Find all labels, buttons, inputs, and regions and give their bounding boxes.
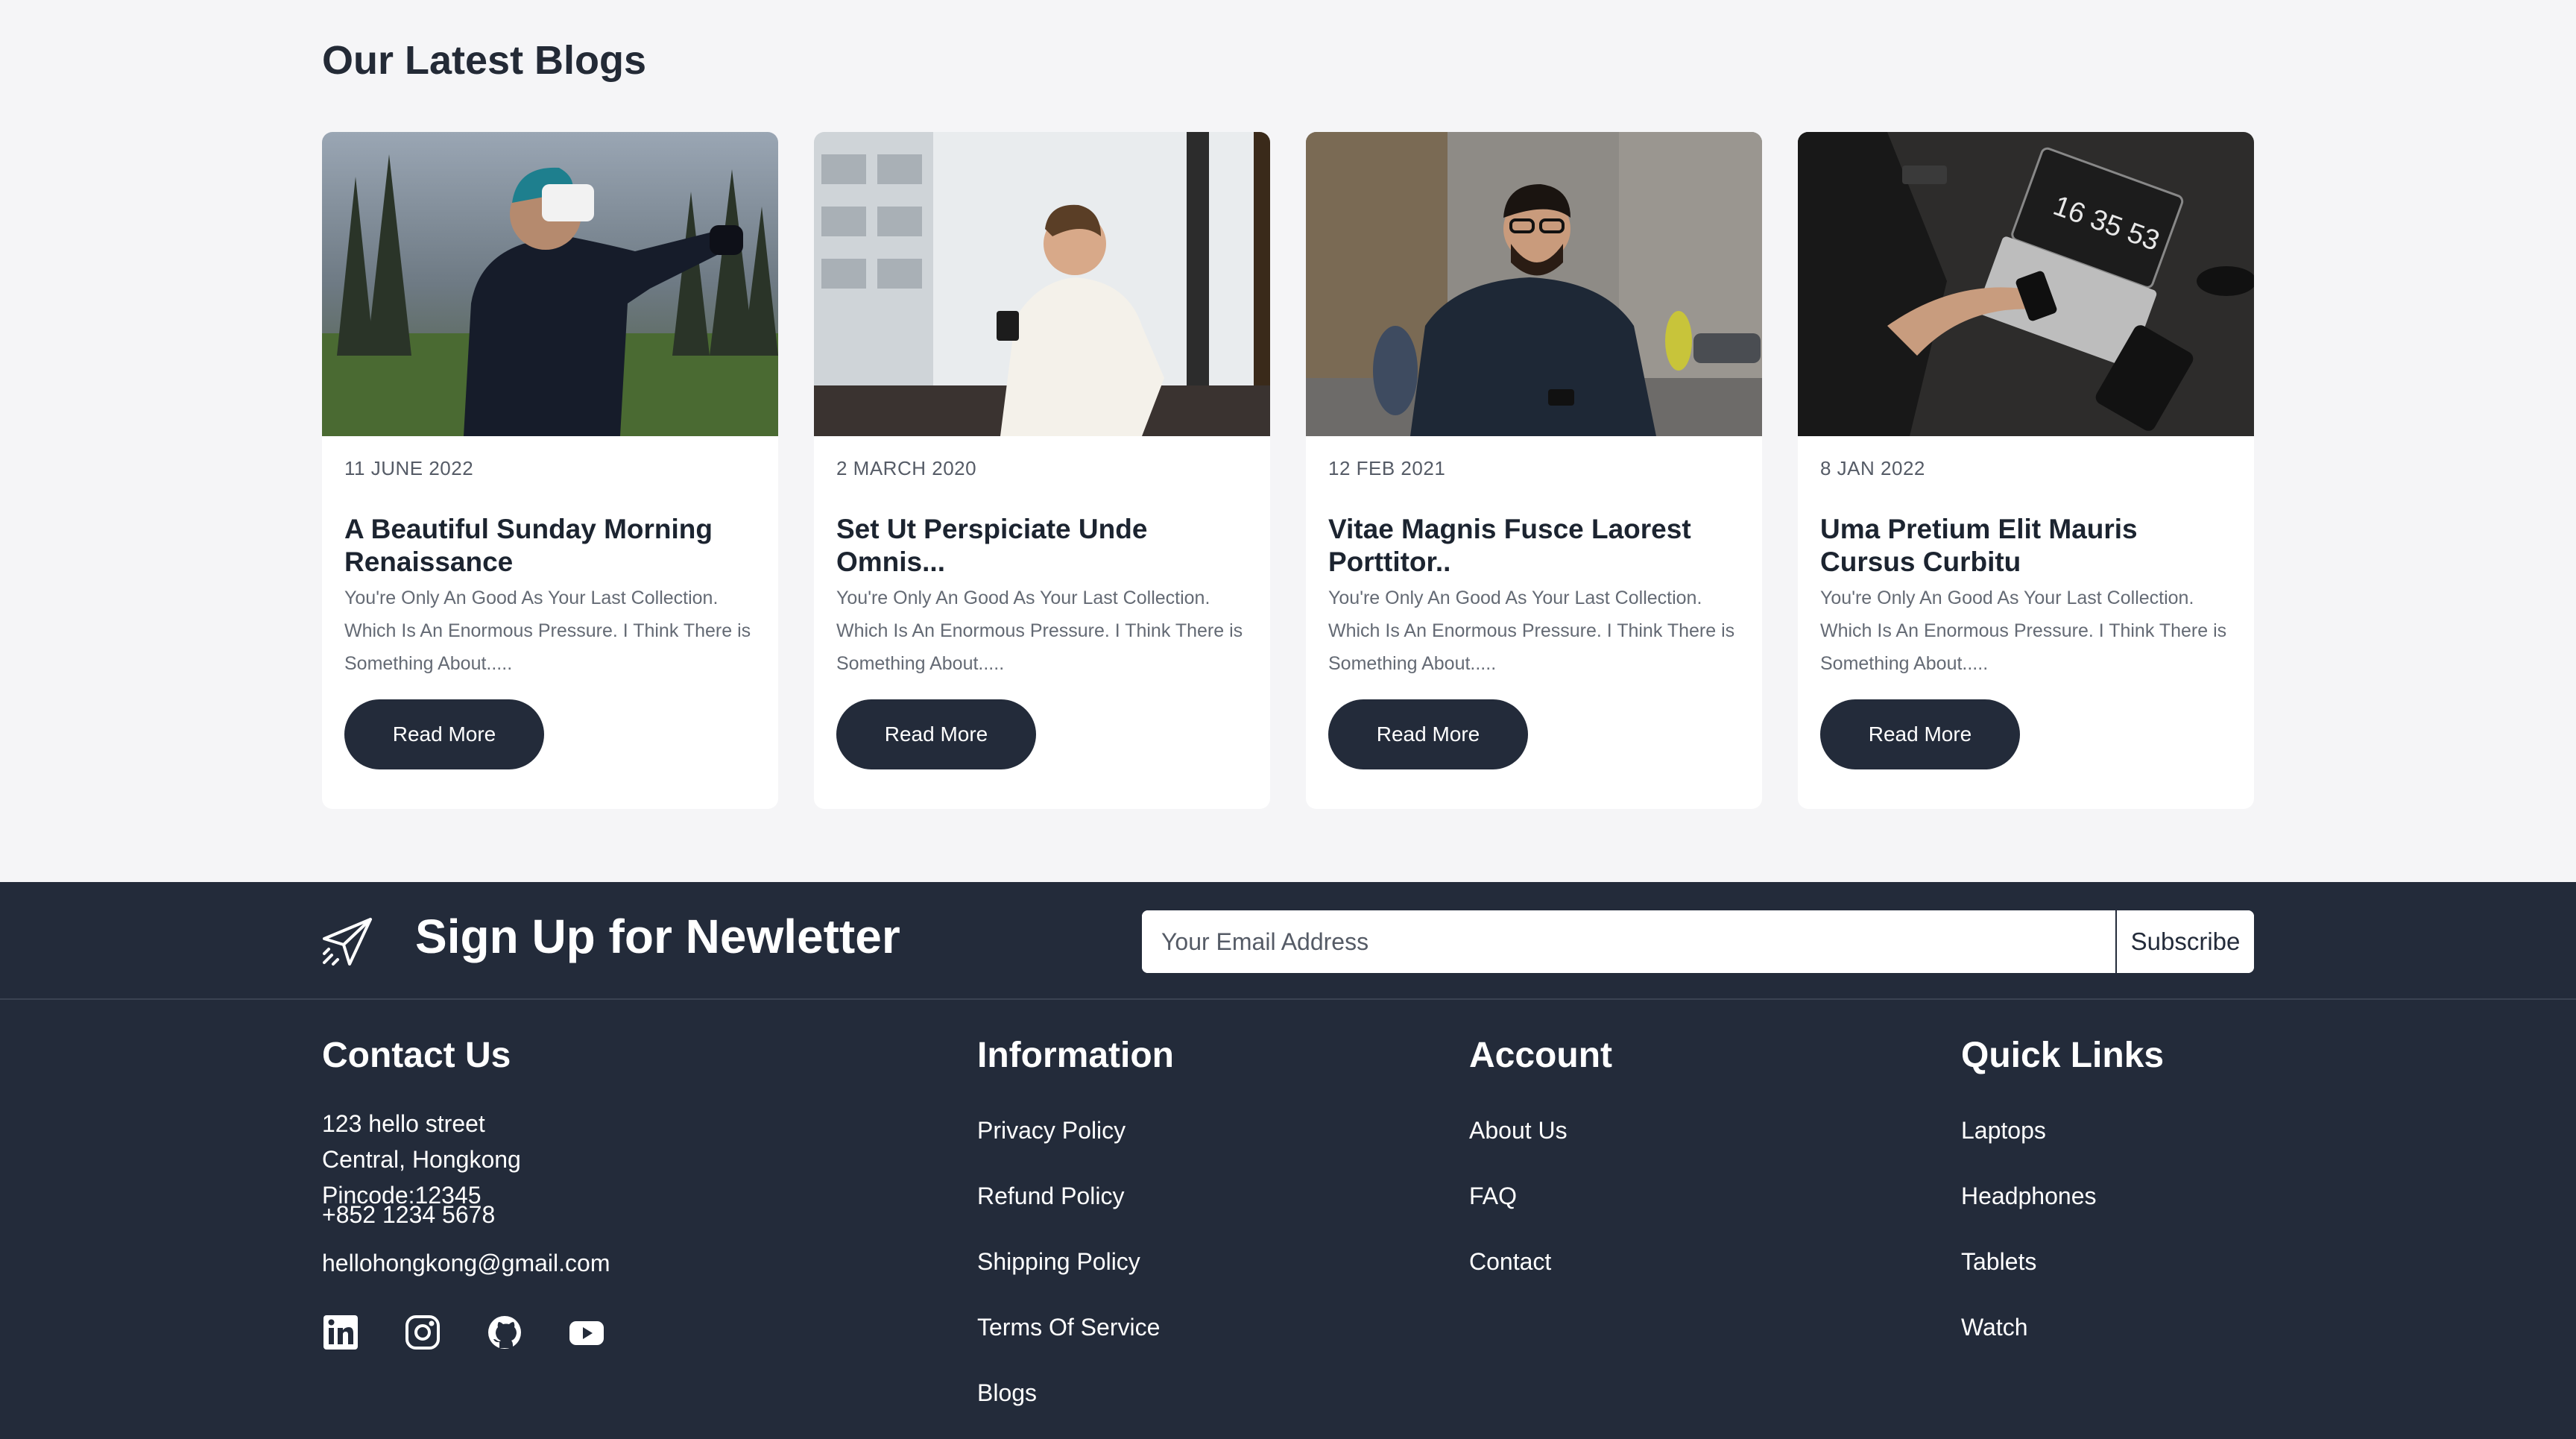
card-date: 2 MARCH 2020: [836, 457, 977, 479]
contact-phone[interactable]: +852 1234 5678: [322, 1201, 495, 1229]
card-excerpt: You're Only An Good As Your Last Collect…: [1328, 588, 1735, 674]
contact-address: 123 hello street Central, Hongkong Pinco…: [322, 1106, 844, 1213]
social-links: [322, 1314, 605, 1351]
newsletter-form: Subscribe: [1142, 910, 2254, 973]
quick-links: Laptops Headphones Tablets Watch: [1961, 1117, 2096, 1379]
footer-contact: Contact Us 123 hello street Central, Hon…: [322, 1035, 610, 1350]
blog-cards: 11 JUNE 2022 A Beautiful Sunday Morning …: [322, 132, 2254, 809]
quick-links-title: Quick Links: [1961, 1036, 2165, 1075]
card-date: 11 JUNE 2022: [344, 457, 474, 479]
blog-card: 11 JUNE 2022 A Beautiful Sunday Morning …: [322, 132, 778, 809]
github-icon[interactable]: [486, 1314, 523, 1351]
linkedin-icon[interactable]: [322, 1314, 359, 1351]
address-line: Central, Hongkong: [322, 1146, 521, 1173]
footer-quick-links: Quick Links Laptops Headphones Tablets W…: [1961, 1035, 2165, 1341]
footer-link-blogs[interactable]: Blogs: [977, 1379, 1160, 1439]
footer-link-shipping-policy[interactable]: Shipping Policy: [977, 1248, 1160, 1314]
footer: Sign Up for Newletter Subscribe Contact …: [0, 882, 2576, 1439]
contact-title: Contact Us: [322, 1036, 511, 1075]
read-more-button[interactable]: Read More: [344, 699, 544, 769]
subscribe-button[interactable]: Subscribe: [2115, 910, 2254, 973]
card-title[interactable]: Vitae Magnis Fusce Laorest Porttitor..: [1328, 513, 1746, 579]
newsletter-title: Sign Up for Newletter: [415, 910, 900, 963]
footer-link-terms-of-service[interactable]: Terms Of Service: [977, 1314, 1160, 1379]
account-links: About Us FAQ Contact: [1469, 1117, 1568, 1314]
blog-image-man-with-phone-street[interactable]: [1306, 132, 1762, 436]
footer-link-faq[interactable]: FAQ: [1469, 1183, 1568, 1248]
footer-link-privacy-policy[interactable]: Privacy Policy: [977, 1117, 1160, 1183]
card-title[interactable]: A Beautiful Sunday Morning Renaissance: [344, 513, 762, 579]
card-body: 12 FEB 2021 Vitae Magnis Fusce Laorest P…: [1306, 436, 1762, 809]
information-links: Privacy Policy Refund Policy Shipping Po…: [977, 1117, 1160, 1439]
blogs-title: Our Latest Blogs: [322, 38, 647, 83]
read-more-button[interactable]: Read More: [836, 699, 1036, 769]
footer-link-laptops[interactable]: Laptops: [1961, 1117, 2096, 1183]
address-line: 123 hello street: [322, 1110, 485, 1137]
read-more-button[interactable]: Read More: [1328, 699, 1528, 769]
card-body: 2 MARCH 2020 Set Ut Perspiciate Unde Omn…: [814, 436, 1270, 809]
card-excerpt: You're Only An Good As Your Last Collect…: [1820, 588, 2227, 674]
blog-image-man-at-window[interactable]: [814, 132, 1270, 436]
email-input[interactable]: [1142, 910, 2115, 973]
card-excerpt: You're Only An Good As Your Last Collect…: [836, 588, 1243, 674]
card-excerpt: You're Only An Good As Your Last Collect…: [344, 588, 751, 674]
card-body: 11 JUNE 2022 A Beautiful Sunday Morning …: [322, 436, 778, 809]
footer-link-about-us[interactable]: About Us: [1469, 1117, 1568, 1183]
youtube-icon[interactable]: [568, 1314, 605, 1351]
blog-image-laptop-desk[interactable]: 16 35 53: [1798, 132, 2254, 436]
footer-link-contact[interactable]: Contact: [1469, 1248, 1568, 1314]
footer-account: Account About Us FAQ Contact: [1469, 1035, 1612, 1275]
instagram-icon[interactable]: [404, 1314, 441, 1351]
paper-plane-icon: [321, 916, 373, 969]
blog-image-vr-man[interactable]: [322, 132, 778, 436]
blog-card: 2 MARCH 2020 Set Ut Perspiciate Unde Omn…: [814, 132, 1270, 809]
card-date: 12 FEB 2021: [1328, 457, 1446, 479]
blog-card: 12 FEB 2021 Vitae Magnis Fusce Laorest P…: [1306, 132, 1762, 809]
footer-information: Information Privacy Policy Refund Policy…: [977, 1035, 1174, 1406]
blog-card: 16 35 53 8 JAN 2022 Uma Pretium Elit Mau…: [1798, 132, 2254, 809]
newsletter-bar: Sign Up for Newletter Subscribe: [0, 882, 2576, 1000]
read-more-button[interactable]: Read More: [1820, 699, 2020, 769]
account-title: Account: [1469, 1036, 1612, 1075]
information-title: Information: [977, 1036, 1174, 1075]
footer-link-watch[interactable]: Watch: [1961, 1314, 2096, 1379]
card-date: 8 JAN 2022: [1820, 457, 1925, 479]
card-body: 8 JAN 2022 Uma Pretium Elit Mauris Cursu…: [1798, 436, 2254, 809]
footer-link-headphones[interactable]: Headphones: [1961, 1183, 2096, 1248]
footer-link-tablets[interactable]: Tablets: [1961, 1248, 2096, 1314]
blogs-section: Our Latest Blogs 11 JUNE 2022 A Beautifu…: [0, 0, 2576, 882]
footer-link-refund-policy[interactable]: Refund Policy: [977, 1183, 1160, 1248]
contact-email[interactable]: hellohongkong@gmail.com: [322, 1250, 610, 1277]
page: Our Latest Blogs 11 JUNE 2022 A Beautifu…: [0, 0, 2576, 1439]
card-title[interactable]: Uma Pretium Elit Mauris Cursus Curbitu: [1820, 513, 2238, 579]
card-title[interactable]: Set Ut Perspiciate Unde Omnis...: [836, 513, 1254, 579]
